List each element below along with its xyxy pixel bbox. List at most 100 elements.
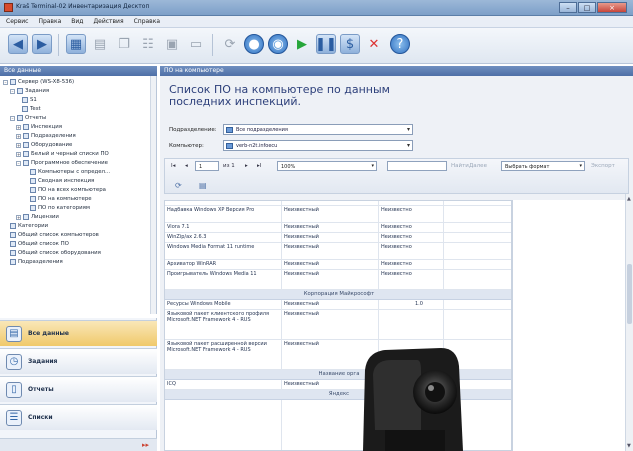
table-row: Архиватор WinRAR Неизвестный Неизвестно <box>165 260 511 270</box>
department-label: Подразделение: <box>169 127 217 133</box>
tree-item[interactable]: Подразделения <box>10 258 63 266</box>
clock-icon: ◷ <box>6 353 22 370</box>
link-icon[interactable]: ◉ <box>268 34 288 54</box>
scroll-up-icon[interactable]: ▲ <box>627 196 631 202</box>
next-page-button[interactable]: ▸ <box>245 163 248 169</box>
calendar-icon[interactable]: ▣ <box>162 34 182 54</box>
tree-item[interactable]: Общий список ПО <box>10 240 69 248</box>
computer-icon <box>10 79 16 85</box>
tree-item[interactable]: Общий список оборудования <box>10 249 101 257</box>
nav-footer: ▸▸ <box>0 438 157 451</box>
help-icon[interactable]: ? <box>390 34 410 54</box>
report-whitespace <box>512 200 625 451</box>
folder-icon <box>23 160 29 166</box>
export-format-select[interactable]: Выбрать формат ▾ <box>501 161 585 171</box>
first-page-button[interactable]: I◂ <box>171 163 175 169</box>
tree-item[interactable]: Категории <box>10 222 48 230</box>
menu-service[interactable]: Сервис <box>6 18 28 25</box>
tree-item[interactable]: Test <box>22 105 41 113</box>
find-input[interactable] <box>387 161 447 171</box>
tree-item[interactable]: + Оборудование <box>16 141 72 149</box>
tree-scrollbar[interactable] <box>150 76 156 314</box>
tree-item[interactable]: – Сервер (WS-X8-536) <box>3 78 74 86</box>
left-panel-header: Все данные <box>0 66 157 76</box>
copy-icon[interactable]: ❐ <box>114 34 134 54</box>
report-icon <box>30 187 36 193</box>
print-icon[interactable]: ▤ <box>90 34 110 54</box>
window-title: Kraš Terminal-02 Инвентаризация Десктоп <box>16 3 150 10</box>
tree-item[interactable]: + Подразделения <box>16 132 76 140</box>
page-count: из 1 <box>223 163 235 169</box>
menu-view[interactable]: Вид <box>71 18 83 25</box>
tree-item[interactable]: – Программное обеспечение <box>16 159 108 167</box>
delete-icon[interactable]: ✕ <box>364 34 384 54</box>
tree-item[interactable]: – Отчеты <box>10 114 46 122</box>
nav-lists[interactable]: ☰ Списки <box>0 404 157 430</box>
navigation-tree: – Сервер (WS-X8-536) – Задания S1 Test – От… <box>0 76 157 314</box>
list-icon: ☰ <box>6 409 22 426</box>
find-next-button[interactable]: Далее <box>469 163 487 169</box>
nav-tasks[interactable]: ◷ Задания <box>0 348 157 374</box>
table-row: Windows Media Format 11 runtime Неизвест… <box>165 243 511 260</box>
minimize-button[interactable]: – <box>559 2 577 13</box>
page-input[interactable]: 1 <box>195 161 219 171</box>
scroll-down-icon[interactable]: ▼ <box>627 443 631 449</box>
zoom-select[interactable]: 100% ▾ <box>277 161 377 171</box>
tree-item[interactable]: + Лицензии <box>16 213 59 221</box>
scroll-thumb[interactable] <box>627 264 632 324</box>
folder-icon <box>23 133 29 139</box>
tree-item[interactable]: Компьютеры с определ... <box>30 168 110 176</box>
computer-select[interactable]: verb-n2t.infoecu ▾ <box>223 140 413 151</box>
webcam-overlay <box>363 348 463 451</box>
report-icon: ▯ <box>6 381 22 398</box>
chat-icon[interactable]: ▭ <box>186 34 206 54</box>
tree-icon[interactable]: ☷ <box>138 34 158 54</box>
department-icon <box>226 127 233 133</box>
tree-item[interactable]: ПО на компьютере <box>30 195 92 203</box>
refresh-icon[interactable]: ⟳ <box>175 181 182 190</box>
nav-all-data[interactable]: ▤ Все данные <box>0 320 157 346</box>
tree-item[interactable]: ПО по категориям <box>30 204 90 212</box>
menu-actions[interactable]: Действия <box>93 18 123 25</box>
prev-page-button[interactable]: ◂ <box>185 163 188 169</box>
refresh-icon[interactable]: ⟳ <box>220 34 240 54</box>
settings-icon[interactable]: $ <box>340 34 360 54</box>
tree-item[interactable]: ПО на всех компьютера <box>30 186 106 194</box>
grid-icon[interactable]: ▦ <box>66 34 86 54</box>
task-icon <box>22 97 28 103</box>
tree-item[interactable]: + Инспекция <box>16 123 62 131</box>
play-icon[interactable]: ▶ <box>292 34 312 54</box>
menu-edit[interactable]: Правка <box>38 18 61 25</box>
department-icon <box>10 259 16 265</box>
tree-item[interactable]: S1 <box>22 96 37 104</box>
tree-item[interactable]: Общий список компьютеров <box>10 231 99 239</box>
report-icon <box>30 196 36 202</box>
tree-item[interactable]: Сводная инспекция <box>30 177 94 185</box>
find-button[interactable]: Найти <box>451 163 469 169</box>
group-header: Корпорация Майкрософт <box>165 290 511 300</box>
maximize-button[interactable]: □ <box>578 2 596 13</box>
folder-icon <box>17 88 23 94</box>
table-row: Проигрыватель Windows Media 11 Неизвестн… <box>165 270 511 290</box>
last-page-button[interactable]: ▸I <box>257 163 261 169</box>
pause-icon[interactable]: ❚❚ <box>315 34 337 54</box>
department-select[interactable]: Все подразделения ▾ <box>223 124 413 135</box>
back-icon[interactable]: ◀ <box>8 34 28 54</box>
report-scrollbar[interactable]: ▲ ▼ <box>625 194 633 451</box>
stop-icon[interactable]: ● <box>244 34 264 54</box>
chevron-down-icon: ▾ <box>371 163 374 169</box>
print-icon[interactable]: ▤ <box>199 181 207 190</box>
export-button[interactable]: Экспорт <box>591 163 615 169</box>
table-row: Ресурсы Windows Mobile Неизвестный 1.0 <box>165 300 511 310</box>
main-toolbar: ◀ ▶ ▦ ▤ ❐ ☷ ▣ ▭ ⟳ ● ◉ ▶ ❚❚ $ ✕ ? <box>0 28 633 64</box>
task-icon <box>22 106 28 112</box>
table-row: Viora 7.1 Неизвестный Неизвестно <box>165 223 511 233</box>
nav-reports[interactable]: ▯ Отчеты <box>0 376 157 402</box>
report-title: Список ПО на компьютере по данным послед… <box>169 83 390 108</box>
chevron-icon[interactable]: ▸▸ <box>142 441 149 449</box>
forward-icon[interactable]: ▶ <box>32 34 52 54</box>
close-button[interactable]: × <box>597 2 627 13</box>
menu-help[interactable]: Справка <box>134 18 160 25</box>
tree-item[interactable]: – Задания <box>10 87 49 95</box>
tree-item[interactable]: + Белый и черный списки ПО <box>16 150 109 158</box>
